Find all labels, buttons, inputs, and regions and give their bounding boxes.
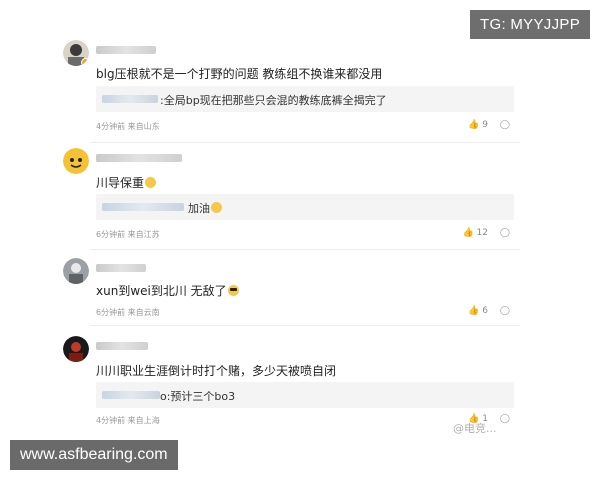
reply-username-blurred bbox=[102, 391, 160, 399]
like-count: 12 bbox=[476, 228, 488, 238]
comment-text: 川川职业生涯倒计时打个赌，多少天被喷自闭 bbox=[96, 364, 337, 378]
username-blurred[interactable] bbox=[96, 154, 182, 162]
thumb-up-icon: 👍 bbox=[468, 306, 480, 316]
reply-icon[interactable]: ◯ bbox=[500, 120, 510, 130]
divider bbox=[90, 142, 520, 143]
divider bbox=[90, 249, 520, 250]
comment-text: 川导保重 bbox=[96, 174, 157, 191]
reply-text: o:预计三个bo3 bbox=[160, 390, 236, 403]
comment-text-content: 川导保重 bbox=[96, 176, 145, 190]
avatar[interactable] bbox=[63, 40, 89, 66]
comment-item: 川导保重 加油 6分钟前 来自江苏 👍 12 ◯ bbox=[63, 148, 524, 243]
comment-meta: 6分钟前 来自江苏 bbox=[96, 230, 160, 239]
comment-text-content: xun到wei到北川 无敌了 bbox=[96, 284, 227, 298]
username-blurred[interactable] bbox=[96, 342, 148, 350]
like-count: 9 bbox=[482, 120, 488, 130]
emoji-icon bbox=[211, 202, 222, 213]
reply-preview[interactable]: 加油 bbox=[96, 194, 514, 220]
like-button[interactable]: 👍 9 bbox=[468, 120, 488, 130]
comment-item: 川川职业生涯倒计时打个赌，多少天被喷自闭 o:预计三个bo3 4分钟前 来自上海… bbox=[63, 336, 524, 428]
weibo-watermark: @电竞... bbox=[453, 422, 497, 435]
emoji-icon bbox=[145, 177, 157, 188]
divider bbox=[90, 325, 520, 326]
tg-overlay: TG: MYYJJPP bbox=[470, 10, 590, 39]
reply-text: 加油 bbox=[188, 200, 222, 216]
comment-meta: 6分钟前 来自云南 bbox=[96, 308, 160, 317]
comment-text: blg压根就不是一个打野的问题 教练组不换谁来都没用 bbox=[96, 67, 383, 81]
like-button[interactable]: 👍 6 bbox=[468, 306, 488, 316]
username-blurred[interactable] bbox=[96, 46, 156, 54]
comment-text: xun到wei到北川 无敌了 bbox=[96, 282, 239, 299]
avatar[interactable] bbox=[63, 336, 89, 362]
reply-icon[interactable]: ◯ bbox=[500, 414, 510, 424]
comment-meta: 4分钟前 来自山东 bbox=[96, 122, 160, 131]
thumb-up-icon: 👍 bbox=[468, 120, 480, 130]
avatar[interactable] bbox=[63, 148, 89, 174]
vip-badge-icon bbox=[81, 58, 89, 66]
website-overlay: www.asfbearing.com bbox=[10, 440, 178, 470]
avatar[interactable] bbox=[63, 258, 89, 284]
reply-preview[interactable]: o:预计三个bo3 bbox=[96, 382, 514, 408]
reply-icon[interactable]: ◯ bbox=[500, 306, 510, 316]
reply-username-blurred bbox=[102, 95, 158, 103]
like-button[interactable]: 👍 12 bbox=[462, 228, 488, 238]
reply-icon[interactable]: ◯ bbox=[500, 228, 510, 238]
comment-meta: 4分钟前 来自上海 bbox=[96, 416, 160, 425]
reply-text: :全局bp现在把那些只会混的教练底裤全揭完了 bbox=[160, 94, 387, 107]
username-blurred[interactable] bbox=[96, 264, 146, 272]
comment-item: blg压根就不是一个打野的问题 教练组不换谁来都没用 :全局bp现在把那些只会混… bbox=[63, 40, 524, 140]
thumb-up-icon: 👍 bbox=[462, 228, 474, 238]
reply-text-content: 加油 bbox=[188, 202, 210, 215]
comment-item: xun到wei到北川 无敌了 6分钟前 来自云南 👍 6 ◯ bbox=[63, 258, 524, 320]
like-count: 6 bbox=[482, 306, 488, 316]
reply-preview[interactable]: :全局bp现在把那些只会混的教练底裤全揭完了 bbox=[96, 86, 514, 112]
cool-emoji-icon bbox=[227, 285, 239, 296]
reply-username-blurred bbox=[102, 203, 184, 211]
